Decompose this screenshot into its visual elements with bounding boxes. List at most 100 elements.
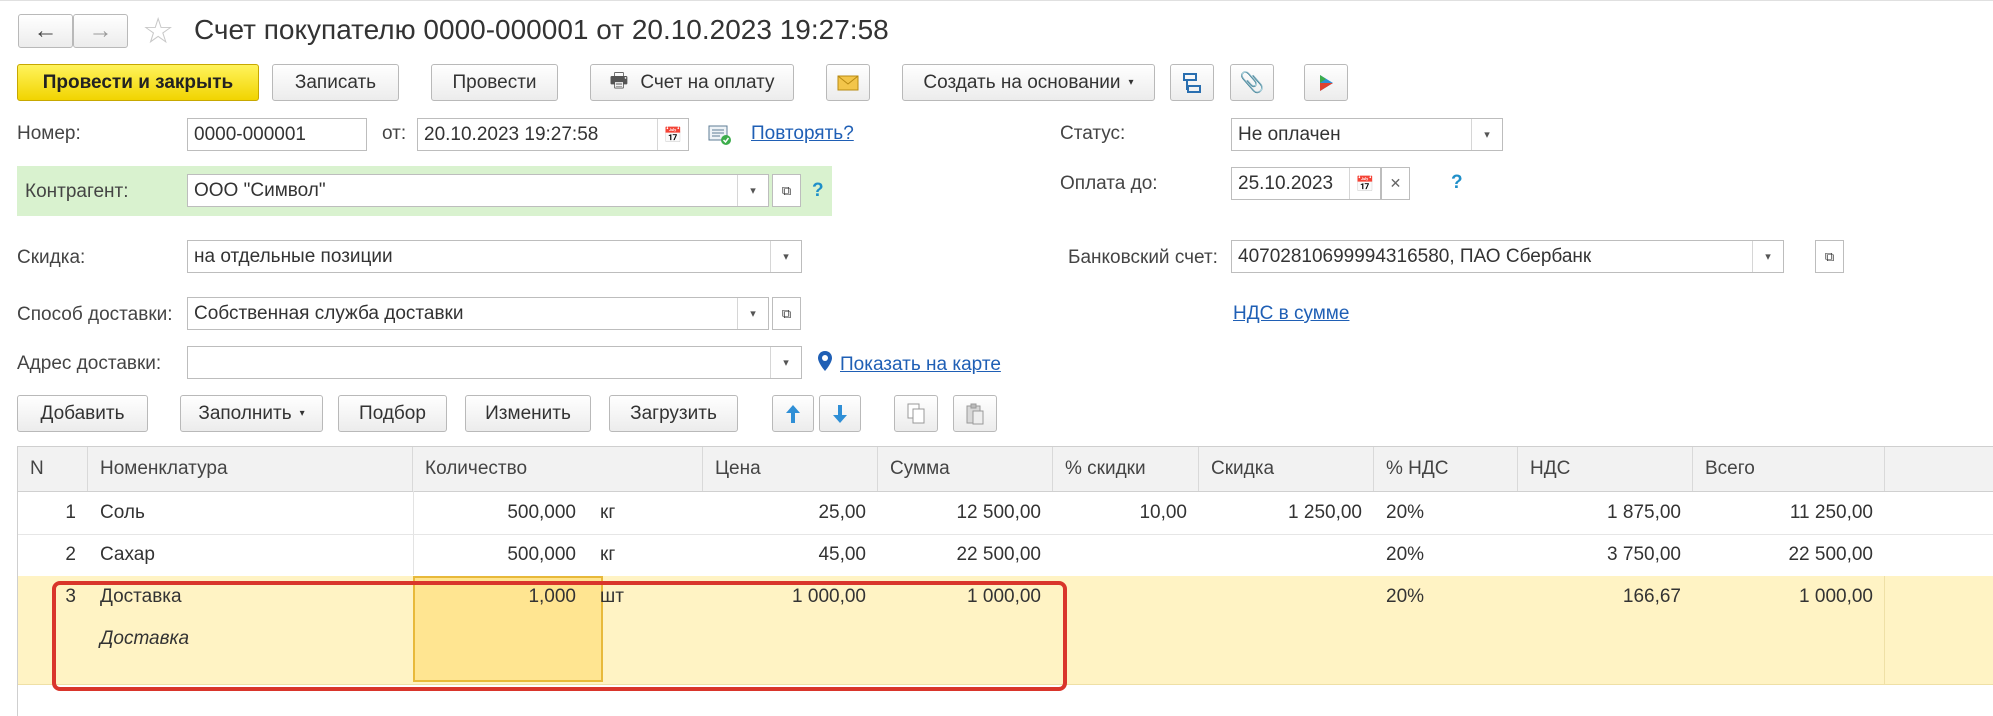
discount-pct bbox=[1053, 534, 1199, 576]
dropdown-arrow-icon: ▾ bbox=[1128, 77, 1134, 88]
contractor-value: ООО "Символ" bbox=[194, 179, 326, 201]
col-header-quantity[interactable]: Количество bbox=[413, 447, 703, 491]
bank-account-value: 40702810699994316580, ПАО Сбербанк bbox=[1238, 245, 1592, 267]
chevron-down-icon[interactable]: ▾ bbox=[737, 175, 768, 206]
open-bank-account-button[interactable]: ⧉ bbox=[1815, 240, 1844, 273]
paste-button[interactable] bbox=[953, 395, 997, 432]
row-number: 1 bbox=[65, 502, 76, 523]
vat: 1 875,00 bbox=[1607, 502, 1681, 523]
clear-date-button[interactable]: ✕ bbox=[1381, 167, 1410, 200]
printer-icon: 🖶 bbox=[609, 69, 629, 92]
create-based-on-button[interactable]: Создать на основании ▾ bbox=[902, 64, 1155, 101]
move-down-button[interactable] bbox=[819, 395, 861, 432]
bank-account-field[interactable]: 40702810699994316580, ПАО Сбербанк ▾ bbox=[1231, 240, 1784, 273]
calendar-icon[interactable]: 📅 bbox=[657, 119, 688, 150]
price: 45,00 bbox=[818, 544, 866, 565]
delivery-method-field[interactable]: Собственная служба доставки ▾ bbox=[187, 297, 769, 330]
discount bbox=[1199, 534, 1374, 576]
pay-until-help-icon[interactable]: ? bbox=[1451, 172, 1463, 194]
pay-until-label: Оплата до: bbox=[1060, 173, 1158, 194]
post-and-close-button[interactable]: Провести и закрыть bbox=[17, 64, 259, 101]
date-field[interactable]: 20.10.2023 19:27:58 📅 bbox=[417, 118, 689, 151]
run-button[interactable] bbox=[1304, 64, 1348, 101]
col-header-total[interactable]: Всего bbox=[1693, 447, 1885, 491]
unit: кг bbox=[600, 544, 616, 565]
paperclip-icon: 📎 bbox=[1239, 72, 1265, 94]
total: 22 500,00 bbox=[1788, 544, 1873, 565]
vat: 166,67 bbox=[1622, 586, 1681, 607]
map-pin-icon bbox=[817, 350, 833, 378]
contractor-help-icon[interactable]: ? bbox=[812, 180, 824, 202]
attach-button[interactable]: 📎 bbox=[1230, 64, 1274, 101]
move-up-button[interactable] bbox=[772, 395, 814, 432]
add-row-button[interactable]: Добавить bbox=[17, 395, 148, 432]
status-select[interactable]: Не оплачен ▾ bbox=[1231, 118, 1503, 151]
close-icon: ✕ bbox=[1389, 175, 1402, 191]
pay-until-field[interactable]: 25.10.2023 📅 bbox=[1231, 167, 1381, 200]
repeat-link[interactable]: Повторять? bbox=[751, 123, 854, 145]
chevron-down-icon[interactable]: ▾ bbox=[1471, 119, 1502, 150]
chevron-down-icon[interactable]: ▾ bbox=[737, 298, 768, 329]
forward-button[interactable]: → bbox=[73, 14, 128, 48]
vat-mode-link[interactable]: НДС в сумме bbox=[1233, 303, 1349, 325]
sum: 22 500,00 bbox=[956, 544, 1041, 565]
favorite-star-icon[interactable]: ☆ bbox=[142, 10, 174, 52]
open-window-icon: ⧉ bbox=[781, 305, 792, 321]
chevron-down-icon[interactable]: ▾ bbox=[770, 241, 801, 272]
schedule-icon[interactable] bbox=[708, 124, 732, 152]
contractor-field[interactable]: ООО "Символ" ▾ bbox=[187, 174, 769, 207]
table-row[interactable]: 2 Сахар 500,000 кг 45,00 22 500,00 20% 3… bbox=[18, 534, 1993, 577]
table-row[interactable]: 1 Соль 500,000 кг 25,00 12 500,00 10,00 … bbox=[18, 492, 1993, 535]
col-header-price[interactable]: Цена bbox=[703, 447, 878, 491]
col-header-item[interactable]: Номенклатура bbox=[88, 447, 413, 491]
quantity: 500,000 bbox=[507, 502, 576, 523]
chevron-down-icon[interactable]: ▾ bbox=[1752, 241, 1783, 272]
col-header-discount[interactable]: Скидка bbox=[1199, 447, 1374, 491]
arrow-up-icon bbox=[786, 404, 800, 423]
invoice-print-label: Счет на оплату bbox=[640, 71, 775, 93]
save-button[interactable]: Записать bbox=[272, 64, 399, 101]
delivery-method-value: Собственная служба доставки bbox=[194, 302, 464, 324]
number-field[interactable]: 0000-000001 bbox=[187, 118, 367, 151]
goods-table: N Номенклатура Количество Цена Сумма % с… bbox=[17, 446, 1993, 716]
bank-account-label: Банковский счет: bbox=[1068, 247, 1218, 268]
discount bbox=[1199, 576, 1374, 618]
discount-pct bbox=[1053, 576, 1199, 618]
top-border bbox=[0, 0, 1993, 1]
open-contractor-button[interactable]: ⧉ bbox=[772, 174, 801, 207]
vat-pct: 20% bbox=[1386, 544, 1425, 565]
show-on-map-link[interactable]: Показать на карте bbox=[840, 354, 1001, 376]
post-button[interactable]: Провести bbox=[431, 64, 558, 101]
col-header-vat[interactable]: НДС bbox=[1518, 447, 1693, 491]
vat-pct: 20% bbox=[1386, 502, 1425, 523]
load-button[interactable]: Загрузить bbox=[609, 395, 738, 432]
unit: кг bbox=[600, 502, 616, 523]
item-name: Сахар bbox=[100, 544, 155, 565]
email-button[interactable] bbox=[826, 64, 870, 101]
status-label: Статус: bbox=[1060, 123, 1126, 144]
col-header-discount-pct[interactable]: % скидки bbox=[1053, 447, 1199, 491]
number-value: 0000-000001 bbox=[194, 123, 306, 145]
contractor-label: Контрагент: bbox=[25, 181, 129, 202]
open-window-icon: ⧉ bbox=[1824, 248, 1835, 264]
invoice-print-button[interactable]: 🖶 Счет на оплату bbox=[590, 64, 794, 101]
chevron-down-icon[interactable]: ▾ bbox=[770, 347, 801, 378]
quantity: 500,000 bbox=[507, 544, 576, 565]
open-window-icon: ⧉ bbox=[781, 182, 792, 198]
back-button[interactable]: ← bbox=[18, 14, 73, 48]
open-delivery-method-button[interactable]: ⧉ bbox=[772, 297, 801, 330]
calendar-icon[interactable]: 📅 bbox=[1349, 168, 1380, 199]
structure-button[interactable] bbox=[1170, 64, 1214, 101]
arrow-down-icon bbox=[833, 404, 847, 423]
col-header-sum[interactable]: Сумма bbox=[878, 447, 1053, 491]
col-header-vat-pct[interactable]: % НДС bbox=[1374, 447, 1518, 491]
discount-select[interactable]: на отдельные позиции ▾ bbox=[187, 240, 802, 273]
copy-button[interactable] bbox=[894, 395, 938, 432]
fill-button[interactable]: Заполнить ▾ bbox=[180, 395, 323, 432]
pick-button[interactable]: Подбор bbox=[338, 395, 447, 432]
delivery-address-field[interactable]: ▾ bbox=[187, 346, 802, 379]
copy-icon bbox=[907, 403, 925, 423]
col-header-n[interactable]: N bbox=[18, 447, 88, 491]
item-name: Соль bbox=[100, 502, 145, 523]
change-button[interactable]: Изменить bbox=[465, 395, 591, 432]
